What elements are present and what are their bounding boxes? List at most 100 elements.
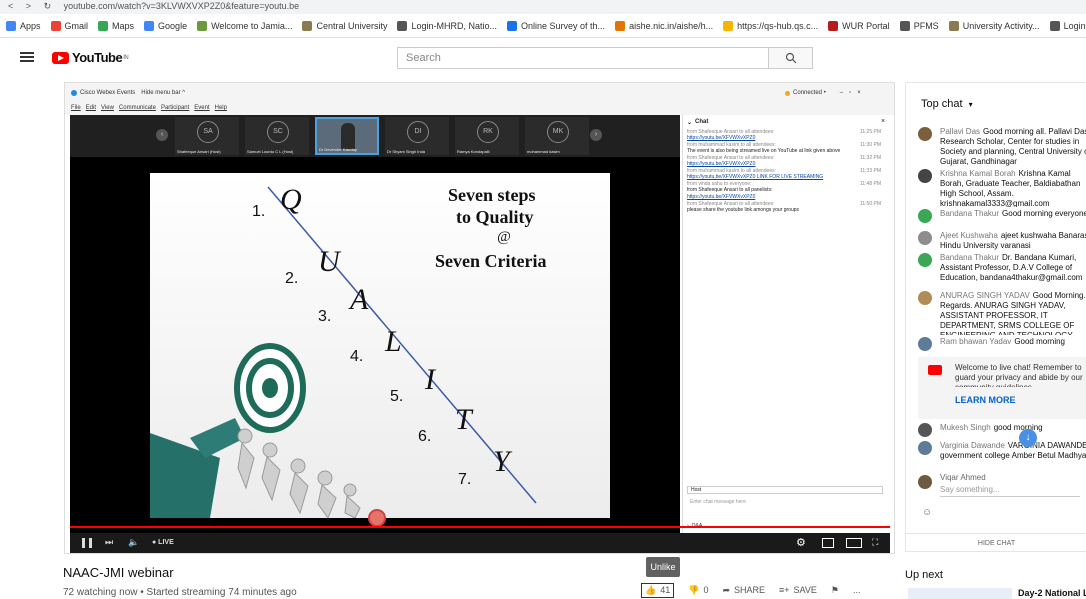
up-next-thumbnail[interactable] [908,588,1012,599]
forward-icon[interactable]: > [26,1,31,11]
webex-menu-item[interactable]: View [101,105,114,111]
participant-initials: DI [407,121,429,143]
webex-chat-text[interactable]: https://youtu.be/XFVWXvXPZ0 LINK FOR LIV… [687,174,887,180]
pause-icon[interactable] [82,538,92,548]
chat-collapse-icon[interactable]: ⌄ [687,119,692,126]
chat-author[interactable]: Mukesh Singh [940,423,991,432]
emoji-icon[interactable]: ☺ [922,507,932,518]
next-participants-icon[interactable]: › [590,129,602,141]
bookmark-item[interactable]: Central University [302,20,387,31]
bookmark-item[interactable]: Welcome to Jamia... [197,20,292,31]
webex-chat-message: from Shafeeque Ansari to all attendees: 1… [687,129,887,141]
webex-menu-item[interactable]: Participant [161,105,189,111]
like-button[interactable]: 👍 41 [641,582,675,598]
chat-author[interactable]: Pallavi Das [940,127,980,136]
chat-author[interactable]: Krishna Kamal Borah [940,169,1016,178]
share-button[interactable]: ➦ SHARE [722,585,765,596]
video-player[interactable]: Cisco Webex Events Hide menu bar ^ Conne… [64,82,895,554]
avatar-icon[interactable] [918,127,932,141]
back-icon[interactable]: < [8,1,13,11]
fullscreen-icon[interactable]: ⛶ [872,537,878,548]
avatar-icon[interactable] [918,337,932,351]
webex-menu-item[interactable]: Help [215,105,227,111]
presentation-slide: Seven steps to Quality @ Seven Criteria … [150,173,610,518]
hide-menu-bar[interactable]: Hide menu bar ^ [141,90,185,96]
browser-url-bar[interactable]: < > ↻ youtube.com/watch?v=3KLVWXVXP2Z0&f… [0,0,1086,14]
search-button[interactable] [769,47,813,69]
chat-author[interactable]: ANURAG SINGH YADAV [940,291,1030,300]
miniplayer-icon[interactable] [822,538,834,548]
webex-chat-text[interactable]: https://youtu.be/XFVWXvXPZ0 [687,161,887,167]
dislike-button[interactable]: 👎 0 [688,585,708,596]
hamburger-menu-icon[interactable] [20,52,34,62]
webex-menu-item[interactable]: Communicate [119,105,156,111]
chat-send-to[interactable]: Host [687,486,883,494]
chat-message-input[interactable]: Say something... [940,485,1080,497]
youtube-logo[interactable]: YouTube IN [52,50,129,65]
participant-thumbnail[interactable]: SC Samuel Lourdu C L (Host) [245,117,309,155]
learn-more-link[interactable]: LEARN MORE [955,395,1016,405]
settings-icon[interactable]: ⚙ [796,536,806,549]
avatar-icon[interactable] [918,423,932,437]
next-video-icon[interactable]: ⏭ [105,537,113,548]
avatar-icon[interactable] [918,209,932,223]
webex-menu-item[interactable]: File [71,105,81,111]
up-next-title[interactable]: Day-2 National L [1018,588,1086,598]
chat-author[interactable]: Ajeet Kushwaha [940,231,998,240]
more-actions-button[interactable]: ... [853,585,861,595]
chat-author[interactable]: Bandana Thakur [940,253,999,262]
participant-thumbnail[interactable]: MK mohammad kasim [525,117,589,155]
bookmark-label: Google [158,20,188,31]
bookmark-item[interactable]: Online Survey of th... [507,20,605,31]
chat-author[interactable]: Ram bhawan Yadav [940,337,1011,346]
chat-close-icon[interactable]: × [881,118,885,125]
video-progress-bar[interactable] [70,526,890,528]
chat-message-body: Bandana Thakur Good morning everyone [940,209,1086,221]
chat-author[interactable]: Varginia Dawande [940,441,1005,450]
chat-message-input[interactable]: Enter chat message here [687,499,883,517]
bookmark-item[interactable]: Gmail [50,20,88,31]
webex-chat-text[interactable]: https://youtu.be/XFVWXvXPZ0 [687,194,887,200]
chat-author[interactable]: Bandana Thakur [940,209,999,218]
bookmark-item[interactable]: aishe.nic.in/aishe/h... [615,20,713,31]
participant-thumbnail[interactable]: Dr Devender Kawday [315,117,379,155]
scroll-down-button[interactable]: ↓ [1019,429,1037,447]
reload-icon[interactable]: ↻ [44,1,52,11]
live-badge[interactable]: ● LIVE [152,539,174,546]
avatar-icon[interactable] [918,441,932,455]
bookmark-item[interactable]: Login [1049,20,1086,31]
webex-menu-item[interactable]: Edit [86,105,96,111]
top-chat-dropdown[interactable]: Top chat ▾ [921,98,973,110]
minimize-icon[interactable]: – [840,90,843,96]
search-input[interactable]: Search [397,47,769,69]
avatar-icon[interactable] [918,169,932,183]
save-button[interactable]: ≡+ SAVE [779,585,817,595]
webex-chat-text[interactable]: https://youtu.be/XFVWXvXPZ0 [687,135,887,141]
theater-mode-icon[interactable] [846,538,862,548]
avatar-icon[interactable] [918,291,932,305]
bookmark-item[interactable]: Login-MHRD, Natio... [397,20,497,31]
youtube-region: IN [123,54,129,61]
participant-thumbnail[interactable]: DI Dr Shyam Singh Inda [385,117,449,155]
youtube-play-icon [52,51,69,64]
volume-icon[interactable]: 🔈 [128,537,139,548]
step-letter: U [318,245,340,278]
restore-icon[interactable]: ▫ [849,90,851,96]
webex-menu-item[interactable]: Event [194,105,209,111]
url-text[interactable]: youtube.com/watch?v=3KLVWXVXP2Z0&feature… [64,1,299,11]
bookmark-item[interactable]: Apps [6,20,41,31]
bookmark-item[interactable]: University Activity... [948,20,1040,31]
close-icon[interactable]: × [857,90,861,96]
bookmark-item[interactable]: WUR Portal [828,20,890,31]
prev-participants-icon[interactable]: ‹ [156,129,168,141]
hide-chat-button[interactable]: HIDE CHAT [906,533,1086,551]
participant-thumbnail[interactable]: RK Ramya Kondapalli [455,117,519,155]
avatar-icon[interactable] [918,231,932,245]
bookmark-item[interactable]: Google [144,20,188,31]
bookmark-item[interactable]: https://qs-hub.qs.c... [723,20,818,31]
bookmark-item[interactable]: PFMS [899,20,939,31]
bookmark-item[interactable]: Maps [98,20,134,31]
avatar-icon[interactable] [918,253,932,267]
report-flag-button[interactable]: ⚑ [831,585,839,596]
participant-thumbnail[interactable]: SA Shafeeque Ansari (Host) [175,117,239,155]
